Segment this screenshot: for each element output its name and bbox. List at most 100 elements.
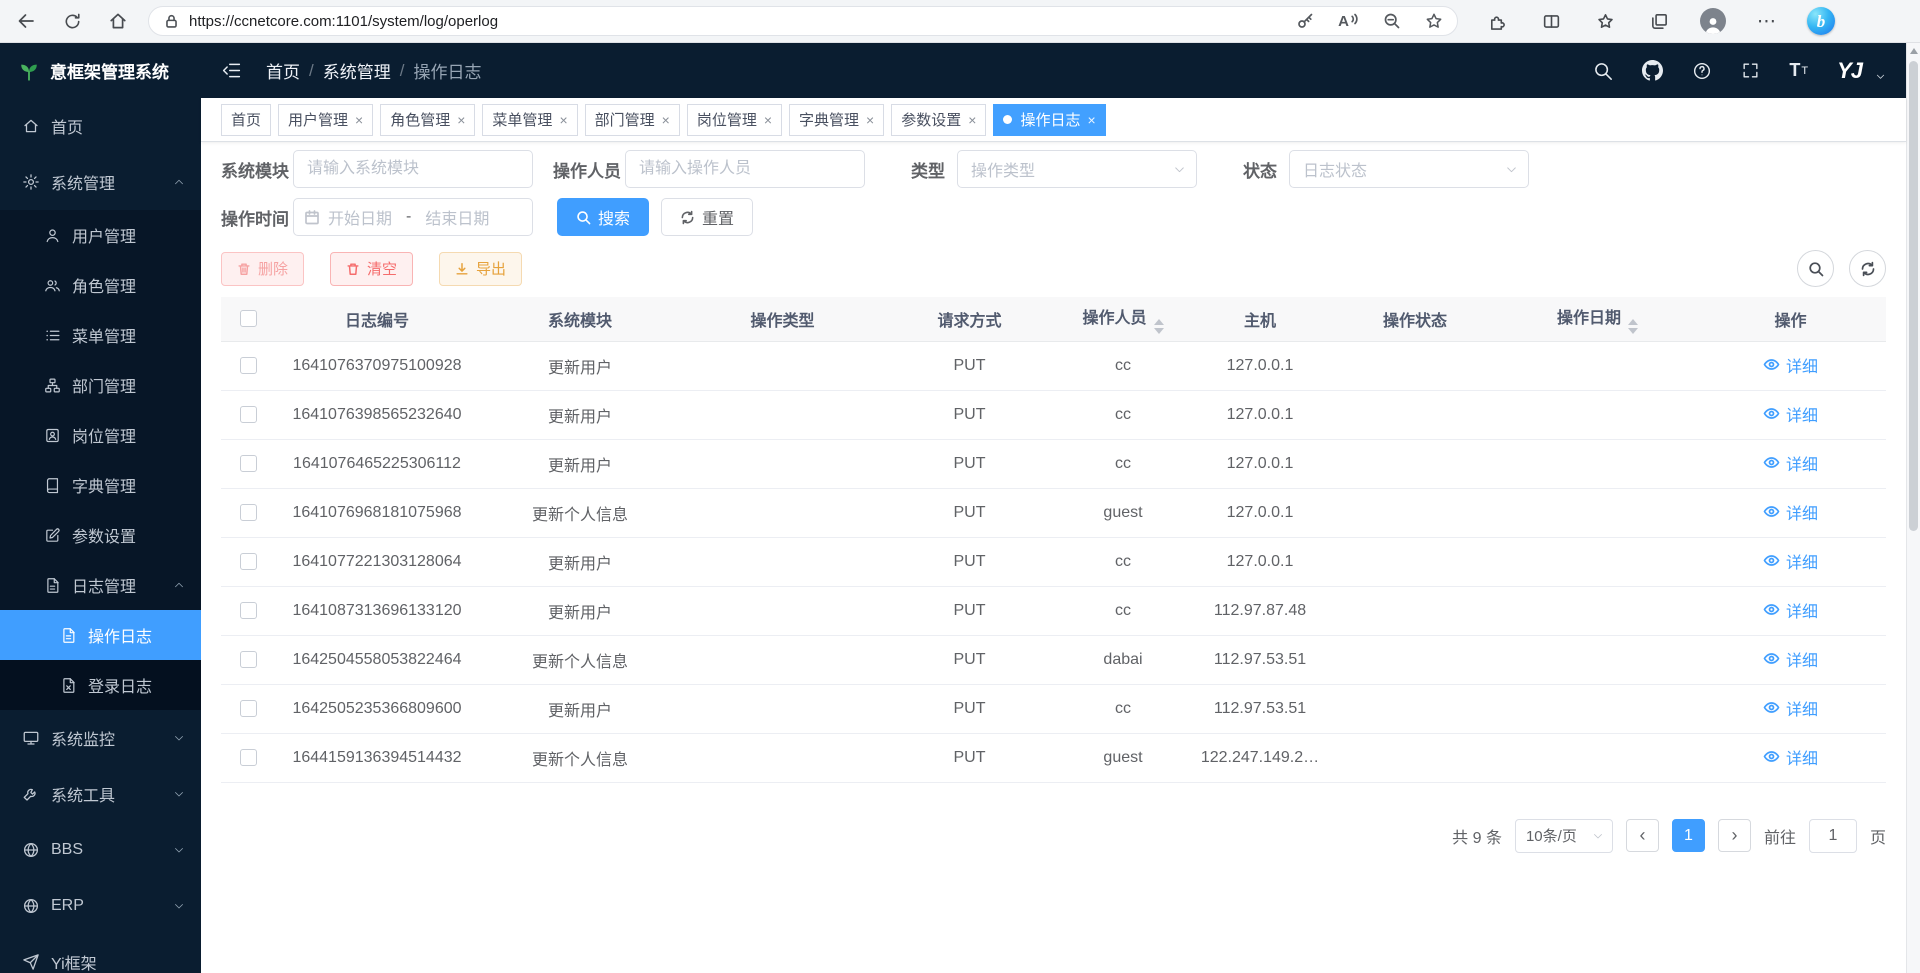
- zoom-out-icon[interactable]: [1383, 12, 1401, 30]
- close-icon[interactable]: ×: [355, 112, 363, 128]
- close-icon[interactable]: ×: [866, 112, 874, 128]
- export-button[interactable]: 导出: [439, 252, 522, 286]
- sidebar-item-erp[interactable]: ERP: [0, 878, 201, 934]
- reset-button[interactable]: 重置: [661, 198, 753, 236]
- sidebar-item-system-monitor[interactable]: 系统监控: [0, 710, 201, 766]
- sidebar-item-dept-mgmt[interactable]: 部门管理: [0, 360, 201, 410]
- fullscreen-icon[interactable]: [1741, 61, 1760, 80]
- sidebar-item-system-tools[interactable]: 系统工具: [0, 766, 201, 822]
- row-checkbox[interactable]: [240, 504, 257, 521]
- col-date[interactable]: 操作日期: [1500, 297, 1695, 341]
- breadcrumb-item-home[interactable]: 首页: [266, 58, 300, 83]
- type-select[interactable]: 操作类型: [957, 150, 1197, 188]
- tab-operation-log[interactable]: 操作日志×: [993, 104, 1105, 136]
- search-button[interactable]: 搜索: [557, 198, 649, 236]
- collapse-sidebar-button[interactable]: [221, 60, 242, 81]
- font-size-icon[interactable]: TT: [1789, 60, 1808, 81]
- tab-dept-mgmt[interactable]: 部门管理×: [585, 104, 680, 136]
- tab-role-mgmt[interactable]: 角色管理×: [380, 104, 475, 136]
- sort-icons[interactable]: [1628, 319, 1638, 334]
- sidebar-item-yi-framework[interactable]: Yi框架: [0, 934, 201, 973]
- close-icon[interactable]: ×: [662, 112, 670, 128]
- tab-home[interactable]: 首页: [221, 104, 271, 136]
- toggle-search-button[interactable]: [1797, 250, 1834, 287]
- close-icon[interactable]: ×: [968, 112, 976, 128]
- collections-icon[interactable]: [1632, 3, 1686, 39]
- app-logo[interactable]: 意框架管理系统: [0, 43, 201, 98]
- page-size-select[interactable]: 10条/页: [1515, 819, 1613, 853]
- detail-link[interactable]: 详细: [1763, 500, 1818, 524]
- sidebar-item-system-mgmt[interactable]: 系统管理: [0, 154, 201, 210]
- detail-link[interactable]: 详细: [1763, 745, 1818, 769]
- sidebar-item-log-mgmt[interactable]: 日志管理: [0, 560, 201, 610]
- url-input[interactable]: [189, 13, 1272, 30]
- extensions-icon[interactable]: [1470, 3, 1524, 39]
- sidebar-item-login-log[interactable]: 登录日志: [0, 660, 201, 710]
- row-checkbox[interactable]: [240, 455, 257, 472]
- row-checkbox[interactable]: [240, 553, 257, 570]
- detail-link[interactable]: 详细: [1763, 451, 1818, 475]
- user-dropdown-caret-icon[interactable]: [1875, 71, 1886, 82]
- status-select[interactable]: 日志状态: [1289, 150, 1529, 188]
- close-icon[interactable]: ×: [764, 112, 772, 128]
- detail-link[interactable]: 详细: [1763, 402, 1818, 426]
- sidebar-item-bbs[interactable]: BBS: [0, 822, 201, 878]
- tab-user-mgmt[interactable]: 用户管理×: [278, 104, 373, 136]
- github-icon[interactable]: [1642, 60, 1663, 81]
- address-bar[interactable]: A: [148, 6, 1458, 36]
- sidebar-item-post-mgmt[interactable]: 岗位管理: [0, 410, 201, 460]
- close-icon[interactable]: ×: [559, 112, 567, 128]
- sidebar-item-user-mgmt[interactable]: 用户管理: [0, 210, 201, 260]
- help-icon[interactable]: [1692, 61, 1712, 81]
- favorites-bar-icon[interactable]: [1578, 3, 1632, 39]
- sort-icons[interactable]: [1154, 319, 1164, 334]
- scrollbar-thumb[interactable]: [1909, 61, 1918, 531]
- row-checkbox[interactable]: [240, 602, 257, 619]
- date-range-input[interactable]: 开始日期 - 结束日期: [293, 198, 533, 236]
- goto-page-input[interactable]: [1809, 819, 1857, 853]
- select-all-checkbox[interactable]: [240, 310, 257, 327]
- row-checkbox[interactable]: [240, 700, 257, 717]
- tab-post-mgmt[interactable]: 岗位管理×: [687, 104, 782, 136]
- sidebar-item-role-mgmt[interactable]: 角色管理: [0, 260, 201, 310]
- header-search-icon[interactable]: [1593, 61, 1613, 81]
- user-logo[interactable]: YJ: [1837, 58, 1862, 84]
- page-scrollbar[interactable]: [1906, 43, 1920, 973]
- end-date-placeholder[interactable]: 结束日期: [425, 205, 489, 229]
- browser-back-button[interactable]: [6, 3, 46, 39]
- sidebar-item-dict-mgmt[interactable]: 字典管理: [0, 460, 201, 510]
- split-screen-icon[interactable]: [1524, 3, 1578, 39]
- tab-dict-mgmt[interactable]: 字典管理×: [789, 104, 884, 136]
- row-checkbox[interactable]: [240, 749, 257, 766]
- browser-refresh-button[interactable]: [52, 3, 92, 39]
- sidebar-item-home[interactable]: 首页: [0, 98, 201, 154]
- scrollbar-up-arrow[interactable]: [1910, 48, 1918, 54]
- breadcrumb-item-system-mgmt[interactable]: 系统管理: [323, 58, 391, 83]
- password-key-icon[interactable]: [1296, 12, 1314, 30]
- operator-input[interactable]: [625, 150, 865, 188]
- page-1-button[interactable]: 1: [1672, 819, 1705, 852]
- prev-page-button[interactable]: ‹: [1626, 819, 1659, 852]
- browser-menu-icon[interactable]: ⋯: [1740, 3, 1794, 39]
- profile-avatar[interactable]: [1686, 3, 1740, 39]
- next-page-button[interactable]: ›: [1718, 819, 1751, 852]
- detail-link[interactable]: 详细: [1763, 549, 1818, 573]
- sidebar-item-operation-log[interactable]: 操作日志: [0, 610, 201, 660]
- read-aloud-icon[interactable]: A: [1338, 13, 1359, 30]
- tab-param-settings[interactable]: 参数设置×: [891, 104, 986, 136]
- refresh-table-button[interactable]: [1849, 250, 1886, 287]
- row-checkbox[interactable]: [240, 406, 257, 423]
- row-checkbox[interactable]: [240, 357, 257, 374]
- favorites-star-icon[interactable]: [1425, 12, 1443, 30]
- detail-link[interactable]: 详细: [1763, 598, 1818, 622]
- tab-menu-mgmt[interactable]: 菜单管理×: [482, 104, 577, 136]
- close-icon[interactable]: ×: [457, 112, 465, 128]
- sidebar-item-param-settings[interactable]: 参数设置: [0, 510, 201, 560]
- col-operator[interactable]: 操作人员: [1056, 297, 1190, 341]
- detail-link[interactable]: 详细: [1763, 696, 1818, 720]
- sidebar-item-menu-mgmt[interactable]: 菜单管理: [0, 310, 201, 360]
- close-icon[interactable]: ×: [1087, 112, 1095, 128]
- module-input[interactable]: [293, 150, 533, 188]
- row-checkbox[interactable]: [240, 651, 257, 668]
- delete-button[interactable]: 删除: [221, 252, 304, 286]
